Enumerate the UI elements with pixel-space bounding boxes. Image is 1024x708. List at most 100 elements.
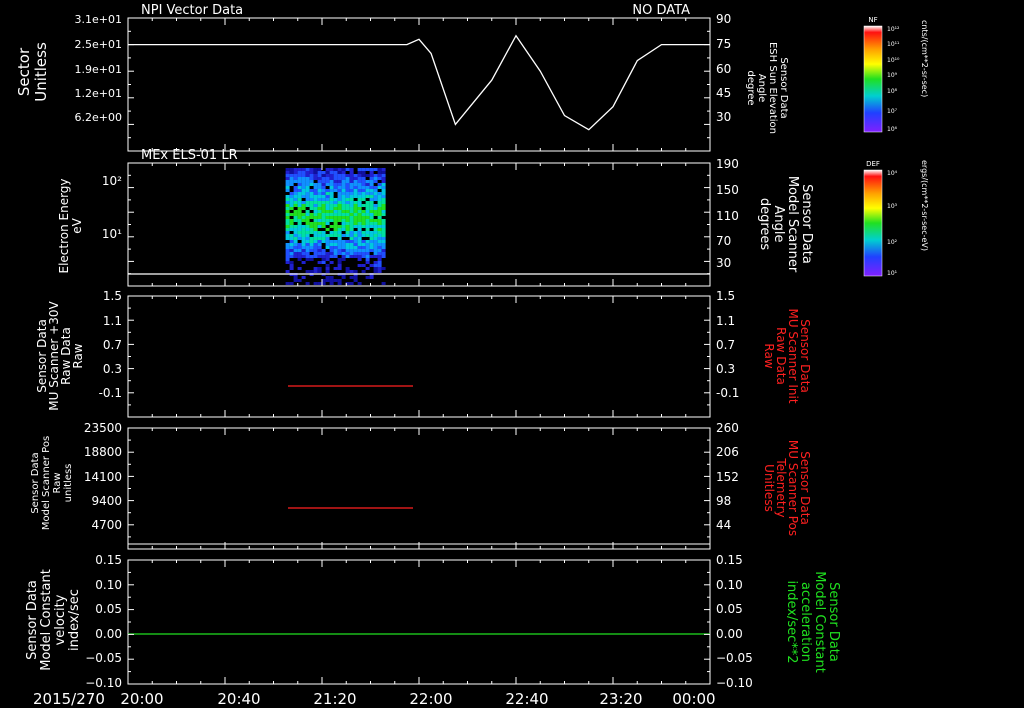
spectrogram-cell xyxy=(373,255,378,258)
panel-1-frame xyxy=(127,17,711,152)
spectrogram-cell xyxy=(349,234,354,237)
spectrogram-cell xyxy=(297,189,302,192)
spectrogram-cell xyxy=(353,192,358,195)
panel-5-ytick-right: −0.10 xyxy=(716,676,753,690)
spectrogram-cell xyxy=(357,171,362,174)
spectrogram-cell xyxy=(333,174,338,177)
spectrogram-cell xyxy=(321,222,326,225)
spectrogram-cell xyxy=(337,237,342,240)
spectrogram-cell xyxy=(317,246,322,249)
spectrogram-cell xyxy=(321,204,326,207)
spectrogram-cell xyxy=(329,186,334,189)
spectrogram-cell xyxy=(285,195,290,198)
spectrogram-cell xyxy=(325,252,330,255)
spectrogram-cell xyxy=(337,240,342,243)
spectrogram-cell xyxy=(349,228,354,231)
spectrogram-cell xyxy=(297,201,302,204)
spectrogram-cell xyxy=(337,183,342,186)
spectrogram-cell xyxy=(337,201,342,204)
electron-spectrogram xyxy=(285,168,386,285)
spectrogram-cell xyxy=(365,210,370,213)
panel-5-ylabel-line: velocity xyxy=(53,594,68,645)
panel-2-ytick-right: 70 xyxy=(716,234,731,248)
spectrogram-cell xyxy=(329,177,334,180)
spectrogram-cell xyxy=(333,240,338,243)
spectrogram-cell xyxy=(345,234,350,237)
spectrogram-cell xyxy=(333,177,338,180)
spectrogram-cell xyxy=(289,201,294,204)
panel-1-status: NO DATA xyxy=(632,3,690,18)
axis-ticks xyxy=(127,18,711,684)
spectrogram-cell xyxy=(373,243,378,246)
panel-2-title: MEx ELS-01 LR xyxy=(141,148,238,163)
panel-5-ytick: 0.10 xyxy=(95,578,122,592)
spectrogram-cell xyxy=(313,219,318,222)
spectrogram-cell xyxy=(317,177,322,180)
spectrogram-cell xyxy=(297,225,302,228)
spectrogram-cell xyxy=(317,222,322,225)
spectrogram-cell xyxy=(305,282,310,285)
spectrogram-cell xyxy=(373,192,378,195)
spectrogram-cell xyxy=(289,195,294,198)
colorbar-nf-tick: 10¹² xyxy=(887,26,900,33)
panel-4-ylabel-line: Raw xyxy=(52,472,63,493)
plot-stage: NPI Vector Data NO DATA 3.1e+01 2.5e+01 … xyxy=(15,3,929,708)
spectrogram-cell xyxy=(325,183,330,186)
spectrogram-cell xyxy=(333,243,338,246)
panel-3-ytick: 0.3 xyxy=(103,362,122,376)
spectrogram-cell xyxy=(349,183,354,186)
spectrogram-cell xyxy=(337,252,342,255)
spectrogram-cell xyxy=(309,225,314,228)
spectrogram-cell xyxy=(349,186,354,189)
spectrogram-cell xyxy=(377,225,382,228)
spectrogram-cell xyxy=(325,243,330,246)
spectrogram-cell xyxy=(333,216,338,219)
spectrogram-cell xyxy=(297,171,302,174)
spectrogram-cell xyxy=(341,168,346,171)
spectrogram-cell xyxy=(353,186,358,189)
spectrogram-cell xyxy=(293,201,298,204)
spectrogram-cell xyxy=(349,246,354,249)
spectrogram-cell xyxy=(329,174,334,177)
spectrogram-cell xyxy=(333,234,338,237)
spectrogram-cell xyxy=(321,186,326,189)
spectrogram-cell xyxy=(345,204,350,207)
spectrogram-cell xyxy=(317,207,322,210)
spectrogram-cell xyxy=(305,249,310,252)
spectrogram-cell xyxy=(293,234,298,237)
spectrogram-cell xyxy=(329,204,334,207)
spectrogram-cell xyxy=(337,249,342,252)
spectrogram-cell xyxy=(365,276,370,279)
spectrogram-cell xyxy=(321,219,326,222)
spectrogram-cell xyxy=(301,189,306,192)
spectrogram-cell xyxy=(369,204,374,207)
spectrogram-cell xyxy=(325,222,330,225)
spectrogram-cell xyxy=(357,198,362,201)
spectrogram-cell xyxy=(377,183,382,186)
spectrogram-cell xyxy=(333,279,338,282)
spectrogram-cell xyxy=(309,189,314,192)
spectrogram-cell xyxy=(369,213,374,216)
spectrogram-cell xyxy=(345,174,350,177)
panel-1-ytick-right: 75 xyxy=(716,37,731,51)
spectrogram-cell xyxy=(313,198,318,201)
spectrogram-cell xyxy=(301,234,306,237)
spectrogram-cell xyxy=(293,255,298,258)
spectrogram-cell xyxy=(309,174,314,177)
spectrogram-cell xyxy=(321,192,326,195)
panel-5-ytick: 0.00 xyxy=(95,627,122,641)
spectrogram-cell xyxy=(353,225,358,228)
spectrogram-cell xyxy=(337,219,342,222)
spectrogram-cell xyxy=(297,249,302,252)
spectrogram-cell xyxy=(369,237,374,240)
spectrogram-cell xyxy=(373,252,378,255)
panel-3-ytick-right: 1.5 xyxy=(716,289,735,303)
spectrogram-cell xyxy=(353,183,358,186)
spectrogram-cell xyxy=(357,234,362,237)
spectrogram-cell xyxy=(329,180,334,183)
spectrogram-cell xyxy=(365,186,370,189)
spectrogram-cell xyxy=(381,198,386,201)
spectrogram-cell xyxy=(333,210,338,213)
spectrogram-cell xyxy=(289,213,294,216)
spectrogram-cell xyxy=(317,252,322,255)
